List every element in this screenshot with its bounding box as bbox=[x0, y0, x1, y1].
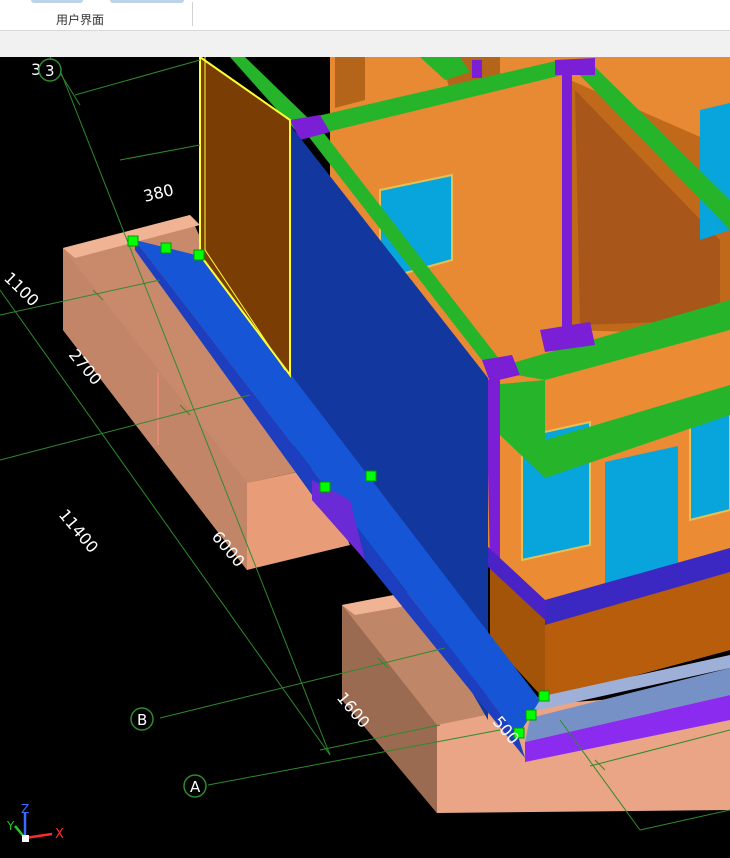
axis-bubble-label: B bbox=[137, 711, 147, 729]
triad-label-x: X bbox=[55, 827, 64, 842]
grip-point bbox=[525, 709, 537, 721]
ribbon-separator bbox=[192, 2, 193, 26]
axis-bubble-b[interactable]: B bbox=[130, 707, 154, 731]
ribbon-button-2[interactable] bbox=[110, 0, 184, 3]
dimension-label: 1100 bbox=[0, 268, 42, 310]
document-tab-bar bbox=[0, 31, 730, 58]
grip-point bbox=[127, 235, 139, 247]
ribbon-panel: 用户界面 bbox=[0, 0, 730, 31]
axis-bubble-label: 3 bbox=[45, 62, 55, 80]
ribbon-group-label: 用户界面 bbox=[56, 13, 105, 27]
triad-label-z: Z bbox=[21, 802, 29, 816]
dimension-label: 380 bbox=[141, 180, 175, 206]
grip-point bbox=[160, 242, 172, 254]
axis-bubble-a[interactable]: A bbox=[183, 774, 207, 798]
triad-label-y: Y bbox=[6, 819, 15, 833]
3d-viewport[interactable]: 380 380 1100 2700 11400 6000 1600 500 3 … bbox=[0, 57, 730, 858]
grip-point bbox=[365, 470, 377, 482]
grip-point bbox=[319, 481, 331, 493]
ribbon-button-1[interactable] bbox=[31, 0, 83, 3]
axis-bubble-label: A bbox=[190, 778, 201, 796]
grip-point bbox=[538, 690, 550, 702]
model-scene[interactable]: 380 380 1100 2700 11400 6000 1600 500 3 … bbox=[0, 57, 730, 858]
dimension-label: 11400 bbox=[55, 505, 102, 556]
axis-bubble-3[interactable]: 3 bbox=[38, 58, 62, 82]
grip-point bbox=[193, 249, 205, 261]
coordinate-triad: Z Y X bbox=[6, 802, 64, 842]
